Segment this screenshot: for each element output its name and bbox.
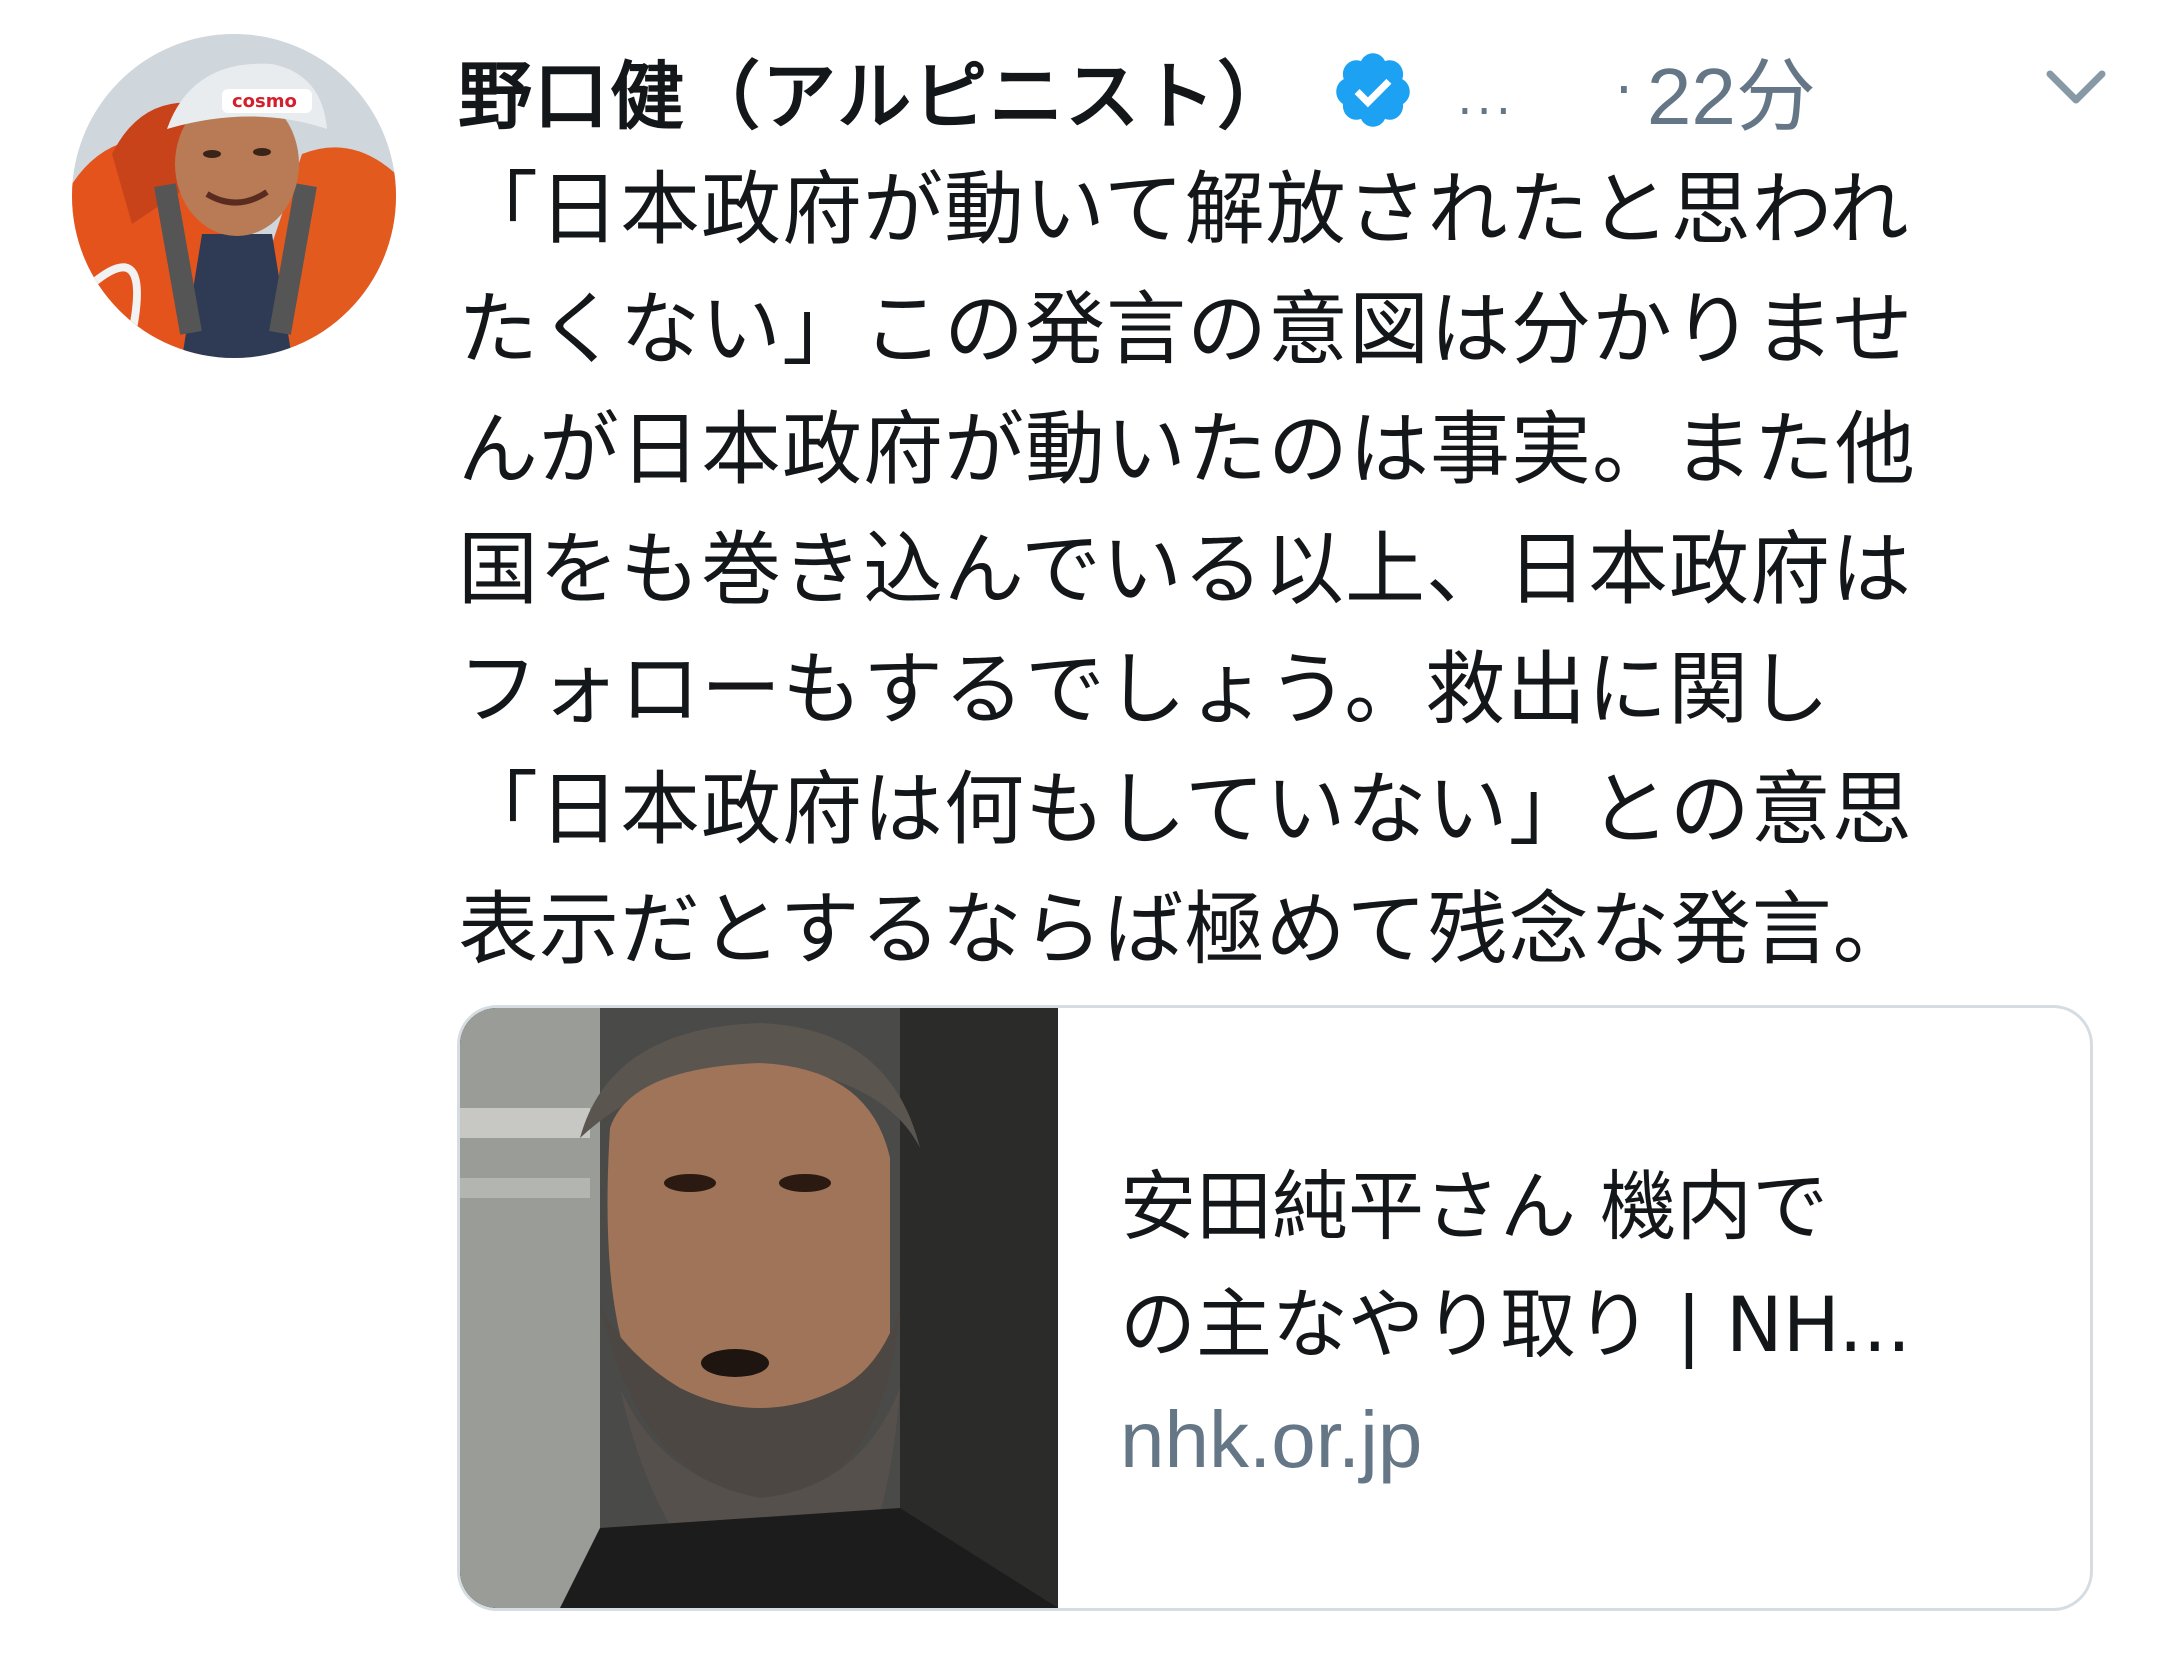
tweet-text-line: たくない」この発言の意図は分かりませ — [458, 283, 1914, 376]
avatar-image: cosmo — [72, 34, 396, 358]
tweet-text-line: んが日本政府が動いたのは事実。また他 — [458, 403, 1916, 496]
card-thumbnail — [460, 1008, 1058, 1608]
author-avatar[interactable]: cosmo — [72, 34, 396, 358]
card-title-line: 安田純平さん 機内で — [1120, 1162, 1829, 1251]
tweet-text-line: 「日本政府が動いて解放されたと思われ — [458, 163, 1910, 256]
author-display-name[interactable]: 野口健（アルピニスト） — [458, 37, 1293, 144]
tweet-text-line: 「日本政府は何もしていない」との意思 — [458, 763, 1913, 856]
chevron-down-icon[interactable] — [2044, 66, 2108, 110]
card-domain: nhk.or.jp — [1120, 1395, 1423, 1484]
link-preview-card[interactable]: 安田純平さん 機内で の主なやり取り | NH... nhk.or.jp — [457, 1005, 2093, 1611]
tweet-text-line: フォローもするでしょう。救出に関し — [458, 643, 1831, 736]
verified-badge-icon — [1336, 53, 1411, 127]
tweet-text: 「日本政府が動いて解放されたと思われ たくない」この発言の意図は分かりませ んが… — [458, 150, 2108, 990]
tweet-text-line: 表示だとするならば極めて残念な発言。 — [458, 883, 1914, 976]
tweet[interactable]: cosmo 野口健（アルピニスト） ... · 22分 「日本政府が動いて解放さ… — [0, 0, 2160, 1653]
tweet-timestamp[interactable]: 22分 — [1647, 32, 1816, 148]
separator-dot: · — [1615, 57, 1633, 123]
svg-text:cosmo: cosmo — [232, 91, 297, 112]
card-title-line: の主なやり取り | NH... — [1120, 1280, 1912, 1369]
card-title: 安田純平さん 機内で の主なやり取り | NH... — [1120, 1148, 2050, 1384]
author-handle[interactable]: ... — [1457, 70, 1515, 126]
news-photo-thumbnail — [460, 1008, 1058, 1608]
tweet-text-line: 国をも巻き込んでいる以上、日本政府は — [458, 523, 1912, 616]
card-info: 安田純平さん 機内で の主なやり取り | NH... nhk.or.jp — [1120, 1148, 2050, 1486]
tweet-header: 野口健（アルピニスト） ... · 22分 — [458, 30, 2108, 150]
